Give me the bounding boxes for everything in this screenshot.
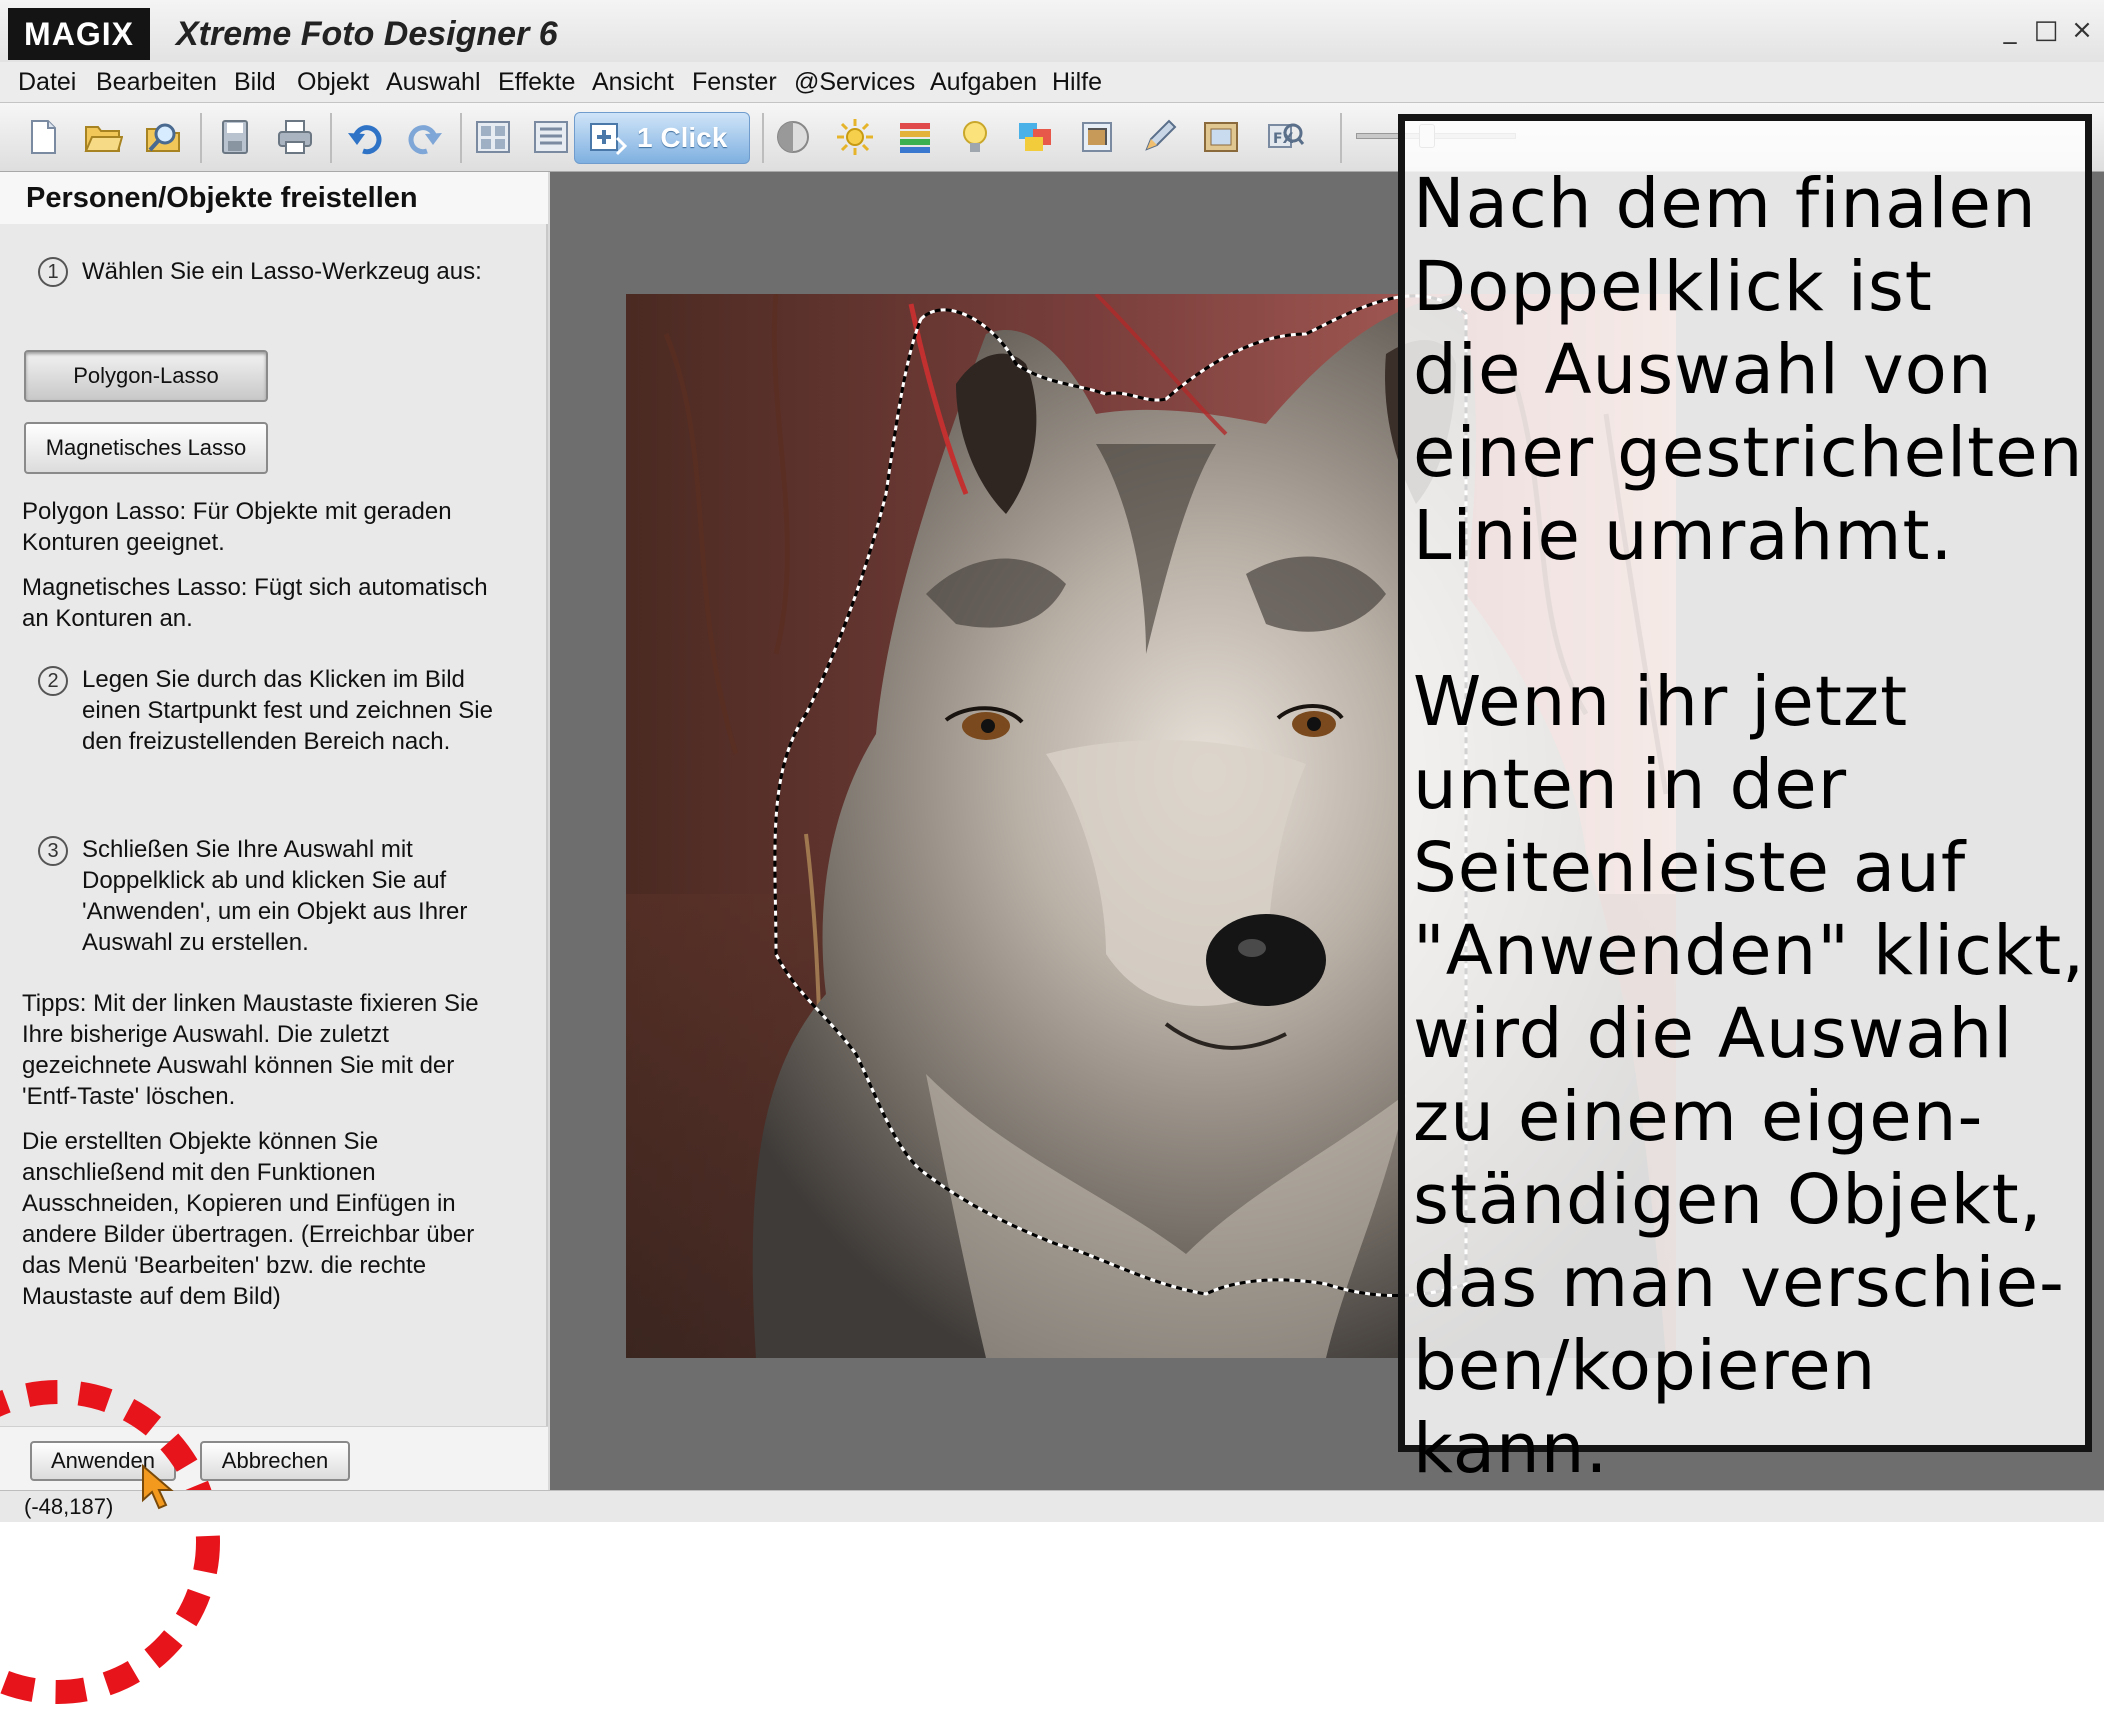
menu-ansicht[interactable]: Ansicht	[592, 66, 674, 98]
menu-datei[interactable]: Datei	[18, 66, 76, 98]
panel-header: Personen/Objekte freistellen	[0, 172, 548, 224]
one-click-label: 1 Click	[637, 122, 728, 153]
magix-logo: MAGIX	[8, 8, 150, 60]
color-balance-icon[interactable]	[890, 112, 940, 162]
title-bar: MAGIX Xtreme Foto Designer 6 _ □ ×	[0, 0, 2104, 66]
highlight-circle	[0, 1380, 220, 1704]
cursor-coordinates: (-48,187)	[24, 1494, 114, 1519]
objects-line-4: andere Bilder übertragen. (Erreichbar üb…	[22, 1221, 475, 1248]
objects-line-6: Maustaste auf dem Bild)	[22, 1283, 281, 1310]
step-3-line-4: Auswahl zu erstellen.	[82, 929, 309, 956]
step-3-line-3: 'Anwenden', um ein Objekt aus Ihrer	[82, 898, 468, 925]
objects-line-2: anschließend mit den Funktionen	[22, 1159, 376, 1186]
step-2-line-2: einen Startpunkt fest und zeichnen Sie	[82, 697, 493, 724]
polygon-desc-line-2: Konturen geeignet.	[22, 529, 225, 556]
task-panel: Personen/Objekte freistellen 1 Wählen Si…	[0, 172, 548, 1490]
annotation-text: Nach dem finalen Doppelklick ist die Aus…	[1413, 164, 2086, 1489]
step-2-line-3: den freizustellenden Bereich nach.	[82, 728, 451, 755]
polygon-lasso-button[interactable]: Polygon-Lasso	[24, 350, 268, 402]
magnetic-desc-line-1: Magnetisches Lasso: Fügt sich automatisc…	[22, 574, 488, 601]
step-2-line-1: Legen Sie durch das Klicken im Bild	[82, 666, 465, 693]
close-button[interactable]: ×	[2066, 14, 2098, 46]
menu-fenster[interactable]: Fenster	[692, 66, 777, 98]
open-folder-icon[interactable]	[78, 112, 128, 162]
crop-icon[interactable]	[1072, 112, 1122, 162]
toolbar-separator	[200, 113, 202, 163]
objects-line-5: das Menü 'Bearbeiten' bzw. die rechte	[22, 1252, 427, 1279]
save-icon[interactable]	[210, 112, 260, 162]
new-file-icon[interactable]	[18, 112, 68, 162]
maximize-button[interactable]: □	[2030, 14, 2062, 46]
panel-title: Personen/Objekte freistellen	[26, 182, 418, 214]
list-view-icon[interactable]	[526, 112, 576, 162]
light-icon[interactable]	[950, 112, 1000, 162]
undo-icon[interactable]	[340, 112, 390, 162]
one-click-button[interactable]: 1 Click	[574, 112, 750, 164]
objects-line-3: Ausschneiden, Kopieren und Einfügen in	[22, 1190, 456, 1217]
tips-line-4: 'Entf-Taste' löschen.	[22, 1083, 236, 1110]
effects-icon[interactable]: FX	[1260, 112, 1310, 162]
print-icon[interactable]	[270, 112, 320, 162]
menu-services[interactable]: @Services	[794, 66, 915, 98]
objects-line-1: Die erstellten Objekte können Sie	[22, 1128, 379, 1155]
brightness-icon[interactable]	[830, 112, 880, 162]
step-3-line-2: Doppelklick ab und klicken Sie auf	[82, 867, 447, 894]
grid-view-icon[interactable]	[468, 112, 518, 162]
menu-hilfe[interactable]: Hilfe	[1052, 66, 1102, 98]
menu-bar: Datei Bearbeiten Bild Objekt Auswahl Eff…	[0, 62, 2104, 102]
toolbar-separator	[330, 113, 332, 163]
status-bar: (-48,187)	[0, 1490, 2104, 1522]
menu-bild[interactable]: Bild	[234, 66, 276, 98]
polygon-desc-line-1: Polygon Lasso: Für Objekte mit geraden	[22, 498, 452, 525]
contrast-icon[interactable]	[768, 112, 818, 162]
step-3-number: 3	[38, 836, 68, 866]
menu-effekte[interactable]: Effekte	[498, 66, 575, 98]
menu-auswahl[interactable]: Auswahl	[386, 66, 481, 98]
one-click-icon	[590, 123, 627, 156]
magnetic-desc-line-2: an Konturen an.	[22, 605, 193, 632]
menu-objekt[interactable]: Objekt	[297, 66, 369, 98]
toolbar-separator	[762, 113, 764, 163]
color-icon[interactable]	[1010, 112, 1060, 162]
step-3-line-1: Schließen Sie Ihre Auswahl mit	[82, 836, 413, 863]
tips-line-1: Tipps: Mit der linken Maustaste fixieren…	[22, 990, 479, 1017]
menu-bearbeiten[interactable]: Bearbeiten	[96, 66, 217, 98]
toolbar-separator	[1340, 113, 1342, 163]
menu-aufgaben[interactable]: Aufgaben	[930, 66, 1037, 98]
magnetic-lasso-button[interactable]: Magnetisches Lasso	[24, 422, 268, 474]
redo-icon[interactable]	[400, 112, 450, 162]
tips-line-3: gezeichnete Auswahl können Sie mit der	[22, 1052, 455, 1079]
app-window: MAGIX Xtreme Foto Designer 6 _ □ × Datei…	[0, 0, 2104, 1704]
edit-icon[interactable]	[1134, 112, 1184, 162]
step-1-number: 1	[38, 257, 68, 287]
step-1-text: Wählen Sie ein Lasso-Werkzeug aus:	[82, 258, 482, 285]
browse-icon[interactable]	[138, 112, 188, 162]
step-2-number: 2	[38, 666, 68, 696]
minimize-button[interactable]: _	[1994, 14, 2026, 46]
toolbar-separator	[460, 113, 462, 163]
annotation-box: Nach dem finalen Doppelklick ist die Aus…	[1398, 114, 2092, 1489]
tips-line-2: Ihre bisherige Auswahl. Die zuletzt	[22, 1021, 389, 1048]
frame-icon[interactable]	[1196, 112, 1246, 162]
app-title: Xtreme Foto Designer 6	[176, 15, 558, 53]
mouse-cursor-icon	[142, 1464, 174, 1510]
